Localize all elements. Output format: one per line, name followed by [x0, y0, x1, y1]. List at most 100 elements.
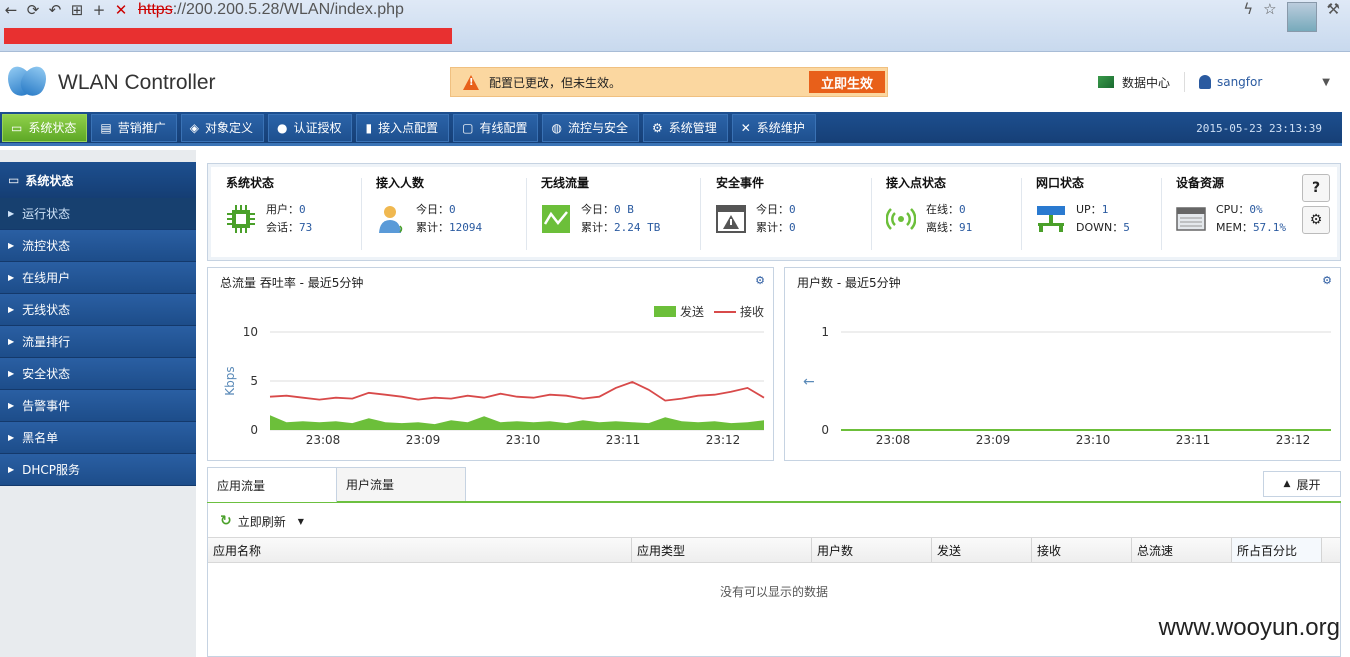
- column-header[interactable]: 应用类型: [632, 538, 812, 562]
- summary-label: 离线：: [926, 221, 959, 234]
- summary-value: 0: [789, 203, 796, 216]
- summary-title: 网口状态: [1036, 176, 1085, 190]
- grid-icon[interactable]: ⊞: [66, 1, 88, 19]
- tab-app-traffic[interactable]: 应用流量: [207, 467, 337, 502]
- person-wifi-icon: [379, 206, 403, 233]
- summary-users[interactable]: 接入人数 今日：0 累计：12094: [376, 174, 482, 254]
- warning-icon: [463, 74, 479, 90]
- summary-value: 91: [959, 221, 973, 234]
- nav-system-admin[interactable]: ⚙ 系统管理: [642, 113, 728, 142]
- column-label: 应用类型: [637, 543, 686, 558]
- tab-user-traffic[interactable]: 用户流量: [336, 467, 466, 501]
- chevron-right-icon: ▶: [8, 209, 15, 218]
- x-tick-label: 23:08: [306, 433, 341, 447]
- sidebar-header: ▭ 系统状态: [0, 162, 196, 198]
- x-tick-label: 23:09: [976, 433, 1011, 447]
- url-text[interactable]: https://200.200.5.28/WLAN/index.php: [138, 1, 404, 19]
- table-header: 应用名称 应用类型 用户数 发送 接收 总流速 所占百分比: [208, 537, 1340, 563]
- chevron-right-icon: ▶: [8, 465, 15, 474]
- refresh-icon[interactable]: ↻: [220, 513, 232, 529]
- x-tick-label: 23:10: [506, 433, 541, 447]
- back-icon[interactable]: ←: [0, 1, 22, 19]
- datacenter-icon[interactable]: [1097, 76, 1114, 88]
- user-menu[interactable]: sangfor: [1217, 75, 1262, 89]
- nav-system-maint[interactable]: ✕ 系统维护: [731, 113, 816, 142]
- divider: [1161, 178, 1162, 250]
- chip-icon: [227, 205, 255, 233]
- nav-ap-config[interactable]: ▮ 接入点配置: [356, 113, 450, 142]
- apply-now-button[interactable]: 立即生效: [809, 71, 885, 93]
- nav-auth[interactable]: ● 认证授权: [267, 113, 353, 142]
- nav-objects[interactable]: ◈ 对象定义: [180, 113, 264, 142]
- y-tick-label: 1: [821, 325, 829, 339]
- column-header[interactable]: 发送: [932, 538, 1032, 562]
- undo-icon[interactable]: ↶: [44, 1, 66, 19]
- sidebar-item-dhcp[interactable]: ▶ DHCP服务: [0, 454, 196, 486]
- toolbar: ↻ 立即刷新 ▼: [208, 505, 1340, 537]
- column-header[interactable]: 总流速: [1132, 538, 1232, 562]
- sidebar-item-label: 运行状态: [22, 207, 71, 221]
- settings-button[interactable]: ⚙: [1302, 206, 1330, 234]
- header-divider: [1183, 72, 1185, 92]
- star-icon[interactable]: ☆: [1263, 0, 1276, 32]
- tab-label: 应用流量: [217, 478, 266, 493]
- summary-security[interactable]: 安全事件 今日：0 累计：0: [716, 174, 796, 254]
- column-label: 接收: [1037, 543, 1062, 558]
- summary-label: 累计：: [756, 221, 789, 234]
- sidebar-item-label: 流量排行: [22, 335, 71, 349]
- caret-down-icon[interactable]: ▼: [1322, 77, 1330, 88]
- summary-wireless-traffic[interactable]: 无线流量 今日：0 B 累计：2.24 TB: [541, 174, 660, 254]
- summary-label: 累计：: [416, 221, 449, 234]
- datacenter-link[interactable]: 数据中心: [1122, 74, 1170, 91]
- nav-wired-config[interactable]: ▢ 有线配置: [453, 113, 539, 142]
- expand-button[interactable]: ▲ 展开: [1263, 471, 1341, 497]
- column-header[interactable]: 应用名称: [208, 538, 632, 562]
- sidebar-item-label: 黑名单: [22, 431, 59, 445]
- sidebar-item-alarm-events[interactable]: ▶ 告警事件: [0, 390, 196, 422]
- refresh-button[interactable]: 立即刷新: [238, 513, 286, 530]
- column-header[interactable]: 用户数: [812, 538, 932, 562]
- empty-message: 没有可以显示的数据: [719, 585, 828, 599]
- user-icon: ●: [276, 120, 288, 135]
- summary-device-resources[interactable]: 设备资源 CPU：0% MEM：57.1%: [1176, 174, 1286, 254]
- add-tab-icon[interactable]: +: [88, 1, 110, 19]
- y-axis-label: Kbps: [223, 366, 237, 395]
- extension-icon[interactable]: [1286, 2, 1317, 32]
- nav-marketing[interactable]: ▤ 营销推广: [91, 113, 177, 142]
- sidebar-item-security-status[interactable]: ▶ 安全状态: [0, 358, 196, 390]
- column-header[interactable]: 接收: [1032, 538, 1132, 562]
- nav-label: 系统状态: [28, 121, 77, 135]
- server-icon: [1176, 207, 1206, 231]
- nav-system-status[interactable]: ▭ 系统状态: [2, 113, 88, 142]
- sidebar-item-flow-status[interactable]: ▶ 流控状态: [0, 230, 196, 262]
- address-bar[interactable]: ← ⟳ ↶ ⊞ + ✕ https://200.200.5.28/WLAN/in…: [0, 0, 1230, 20]
- summary-port-status[interactable]: 网口状态 UP：1 DOWN：5: [1036, 174, 1130, 254]
- sidebar-item-online-users[interactable]: ▶ 在线用户: [0, 262, 196, 294]
- security-alert-icon: [716, 205, 746, 233]
- help-button[interactable]: ?: [1302, 174, 1330, 202]
- chevron-right-icon: ▶: [8, 241, 15, 250]
- sidebar-item-running-status[interactable]: ▶ 运行状态: [0, 198, 196, 230]
- column-header[interactable]: 所占百分比: [1232, 538, 1322, 562]
- nav-label: 流控与安全: [567, 121, 628, 135]
- logo-icon: [2, 62, 52, 100]
- megaphone-icon: ▤: [100, 120, 112, 135]
- x-tick-label: 23:08: [876, 433, 911, 447]
- summary-value: 0: [959, 203, 966, 216]
- nav-flow-security[interactable]: ◍ 流控与安全: [542, 113, 639, 142]
- lightning-icon[interactable]: ϟ: [1243, 0, 1253, 32]
- app-title: WLAN Controller: [58, 71, 216, 94]
- sidebar-item-traffic-rank[interactable]: ▶ 流量排行: [0, 326, 196, 358]
- x-tick-label: 23:12: [706, 433, 741, 447]
- sidebar-item-blacklist[interactable]: ▶ 黑名单: [0, 422, 196, 454]
- chevron-right-icon: ▶: [8, 337, 15, 346]
- wrench-icon[interactable]: ⚒: [1327, 0, 1340, 32]
- sidebar-item-wireless-status[interactable]: ▶ 无线状态: [0, 294, 196, 326]
- caret-down-icon[interactable]: ▼: [298, 517, 304, 526]
- divider: [361, 178, 362, 250]
- sidebar-item-label: 在线用户: [22, 271, 71, 285]
- summary-system[interactable]: 系统状态 用户：0 会话：73: [226, 174, 312, 254]
- summary-ap-status[interactable]: 接入点状态 在线：0 离线：91: [886, 174, 972, 254]
- tab-bar: 应用流量 用户流量 ▲ 展开: [207, 467, 1341, 503]
- reload-icon[interactable]: ⟳: [22, 1, 44, 19]
